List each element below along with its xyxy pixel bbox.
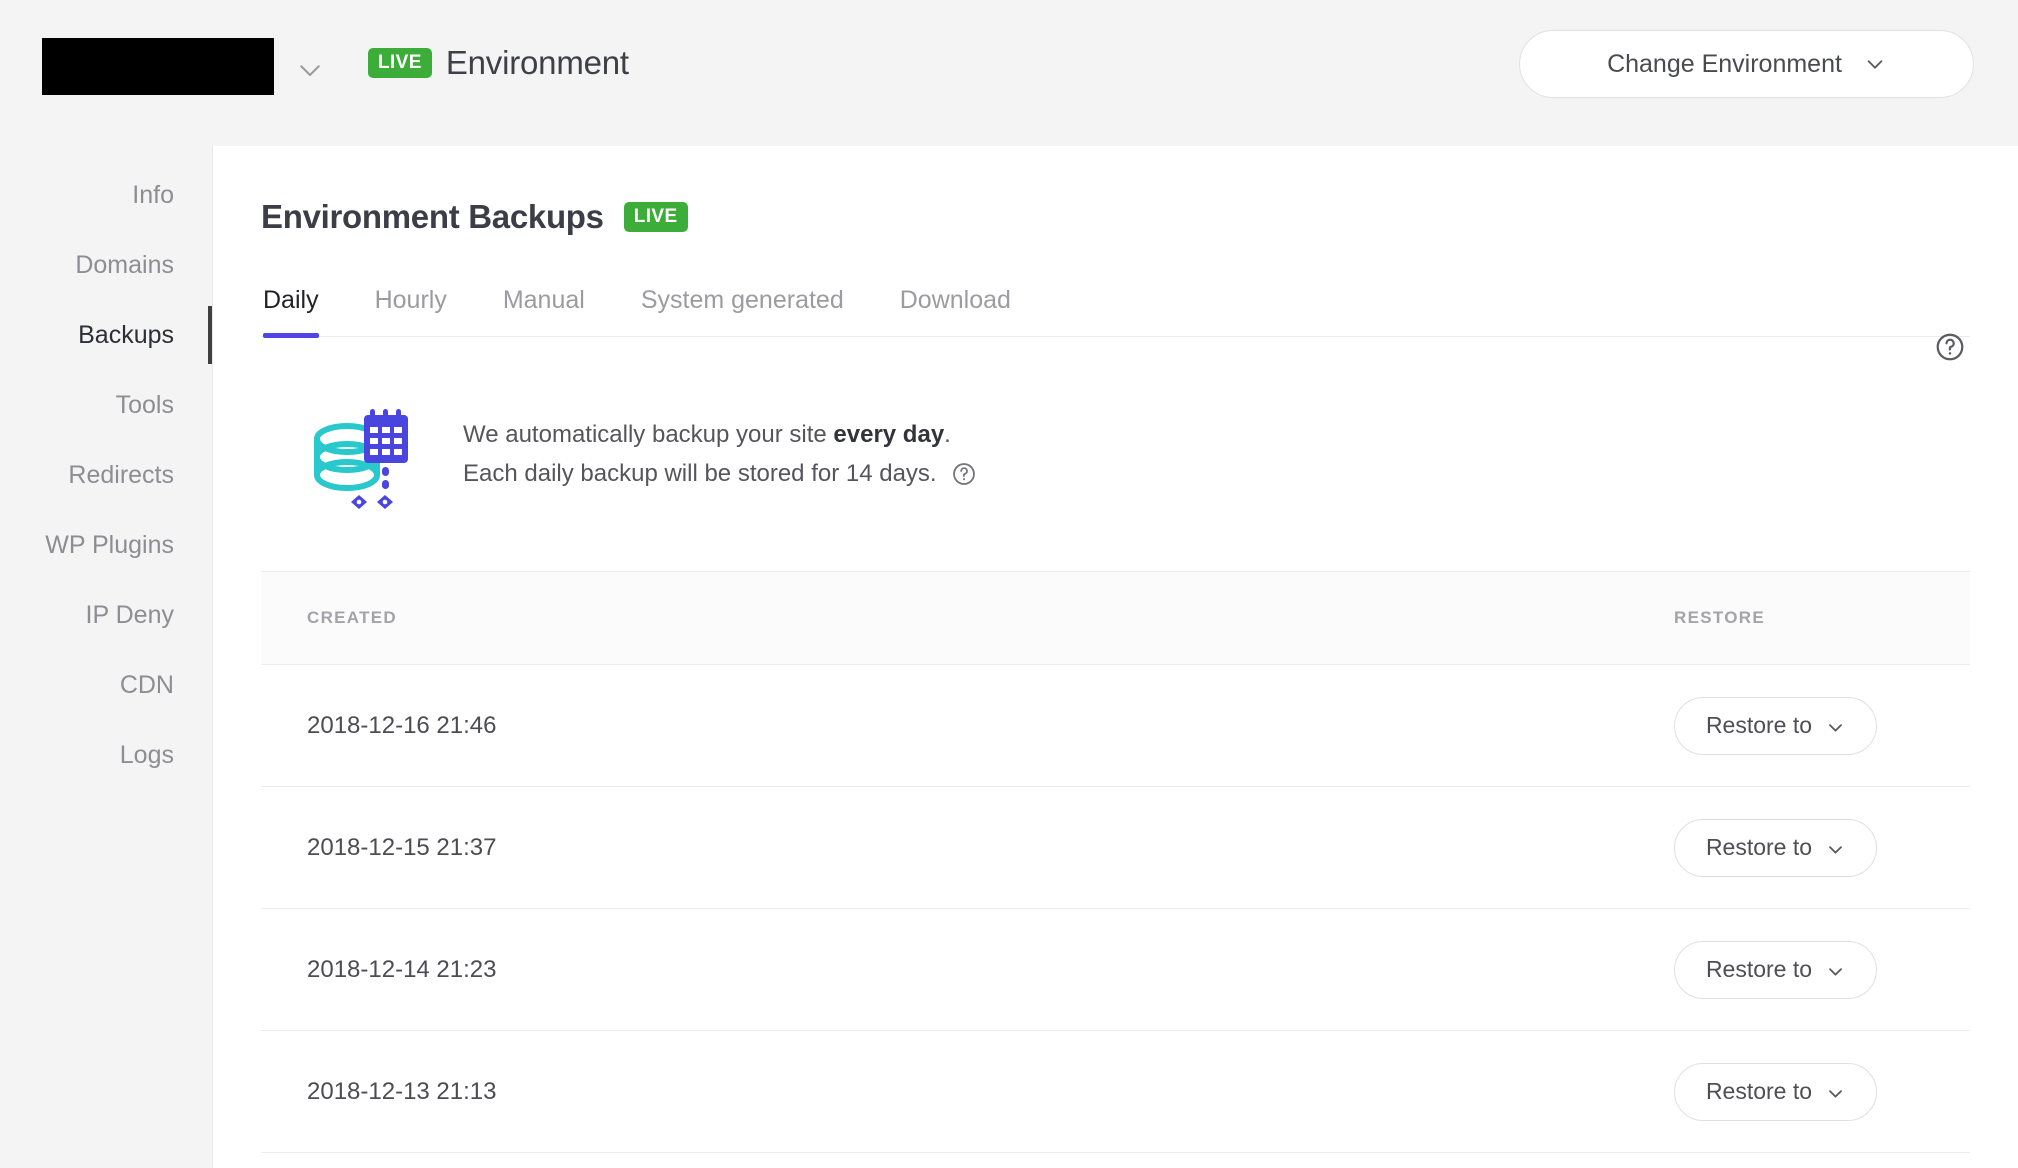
backup-created-date: 2018-12-16 21:46 bbox=[307, 711, 497, 739]
restore-cell: Restore to bbox=[1630, 940, 1970, 999]
restore-to-label: Restore to bbox=[1705, 956, 1813, 982]
database-calendar-backup-icon bbox=[307, 399, 427, 511]
backup-info-line-1: We automatically backup your site every … bbox=[463, 416, 977, 455]
table-row: 2018-12-13 21:13 Restore to bbox=[261, 1031, 1970, 1153]
sidebar-item-label: CDN bbox=[119, 670, 174, 699]
sidebar-item-label: Domains bbox=[75, 250, 174, 279]
change-environment-label: Change Environment bbox=[1607, 49, 1842, 78]
change-environment-button[interactable]: Change Environment bbox=[1519, 30, 1974, 98]
backup-info-text: We automatically backup your site every … bbox=[463, 416, 977, 494]
chevron-down-icon bbox=[1826, 960, 1845, 979]
restore-to-button[interactable]: Restore to bbox=[1674, 940, 1877, 999]
brand-logo-redacted bbox=[42, 38, 274, 95]
backup-created-date: 2018-12-14 21:23 bbox=[307, 955, 497, 983]
chevron-down-icon bbox=[1826, 716, 1845, 735]
chevron-down-icon bbox=[1826, 838, 1845, 857]
sidebar-item-logs[interactable]: Logs bbox=[0, 720, 212, 790]
backups-panel: Environment Backups LIVE Daily Hourly Ma… bbox=[212, 146, 2018, 1168]
backup-info-line-1-strong: every day bbox=[833, 421, 945, 449]
restore-cell: Restore to bbox=[1630, 1062, 1970, 1121]
top-bar: LIVE Environment Change Environment bbox=[0, 0, 2018, 146]
tab-label: Daily bbox=[263, 286, 319, 314]
sidebar-item-label: Logs bbox=[119, 740, 174, 769]
chevron-down-icon bbox=[1826, 1082, 1845, 1101]
sidebar-item-cdn[interactable]: CDN bbox=[0, 650, 212, 720]
sidebar-item-label: IP Deny bbox=[85, 600, 174, 629]
sidebar-item-domains[interactable]: Domains bbox=[0, 230, 212, 300]
table-row: 2018-12-16 21:46 Restore to bbox=[261, 665, 1970, 787]
sidebar: Info Domains Backups Tools Redirects WP … bbox=[0, 146, 213, 1168]
restore-to-label: Restore to bbox=[1705, 712, 1813, 738]
restore-to-label: Restore to bbox=[1705, 1078, 1813, 1104]
backup-created-date: 2018-12-13 21:13 bbox=[307, 1077, 497, 1105]
sidebar-item-label: Backups bbox=[78, 320, 174, 349]
restore-to-label: Restore to bbox=[1705, 834, 1813, 860]
sidebar-item-tools[interactable]: Tools bbox=[0, 370, 212, 440]
column-header-created: CREATED bbox=[307, 608, 398, 627]
chevron-down-icon[interactable] bbox=[295, 55, 325, 85]
sidebar-item-ip-deny[interactable]: IP Deny bbox=[0, 580, 212, 650]
backup-created-date: 2018-12-15 21:37 bbox=[307, 833, 497, 861]
question-circle-icon[interactable] bbox=[1934, 331, 1966, 363]
backup-info-line-1-text: We automatically backup your site every … bbox=[463, 416, 951, 455]
panel-header: Environment Backups LIVE bbox=[261, 146, 1970, 236]
restore-cell: Restore to bbox=[1630, 696, 1970, 755]
question-circle-icon[interactable] bbox=[951, 461, 977, 487]
tab-manual[interactable]: Manual bbox=[503, 286, 585, 336]
backup-info-line-1-suffix: . bbox=[944, 421, 951, 449]
sidebar-item-label: Info bbox=[132, 180, 174, 209]
tab-system-generated[interactable]: System generated bbox=[641, 286, 844, 336]
backups-table: CREATED RESTORE 2018-12-16 21:46 Restore… bbox=[261, 571, 1970, 1153]
table-header-row: CREATED RESTORE bbox=[261, 571, 1970, 665]
tab-label: Manual bbox=[502, 286, 585, 314]
sidebar-item-backups[interactable]: Backups bbox=[0, 300, 213, 370]
chevron-down-icon bbox=[1864, 53, 1886, 75]
tab-download[interactable]: Download bbox=[900, 286, 1011, 336]
page-body: Info Domains Backups Tools Redirects WP … bbox=[0, 146, 2018, 1168]
sidebar-item-label: Redirects bbox=[68, 460, 174, 489]
environment-indicator: LIVE Environment bbox=[368, 44, 629, 82]
tab-label: System generated bbox=[640, 286, 844, 314]
sidebar-item-info[interactable]: Info bbox=[0, 160, 212, 230]
tab-label: Download bbox=[899, 286, 1011, 314]
environment-label: Environment bbox=[445, 44, 629, 81]
table-row: 2018-12-15 21:37 Restore to bbox=[261, 787, 1970, 909]
status-badge: LIVE bbox=[368, 48, 432, 78]
tab-label: Hourly bbox=[374, 286, 447, 314]
restore-to-button[interactable]: Restore to bbox=[1674, 696, 1877, 755]
backups-tabs: Daily Hourly Manual System generated Dow… bbox=[261, 286, 1970, 338]
restore-to-button[interactable]: Restore to bbox=[1674, 818, 1877, 877]
sidebar-item-redirects[interactable]: Redirects bbox=[0, 440, 212, 510]
sidebar-item-label: WP Plugins bbox=[45, 530, 174, 559]
restore-cell: Restore to bbox=[1630, 818, 1970, 877]
status-badge: LIVE bbox=[623, 202, 688, 232]
restore-to-button[interactable]: Restore to bbox=[1674, 1062, 1877, 1121]
tab-daily[interactable]: Daily bbox=[263, 286, 319, 338]
backup-info-block: We automatically backup your site every … bbox=[261, 337, 1970, 571]
backup-info-line-1-prefix: We automatically backup your site bbox=[463, 421, 834, 449]
backup-info-line-2-text: Each daily backup will be stored for 14 … bbox=[463, 460, 937, 487]
sidebar-item-wp-plugins[interactable]: WP Plugins bbox=[0, 510, 212, 580]
sidebar-item-label: Tools bbox=[115, 390, 174, 419]
column-header-restore: RESTORE bbox=[1674, 608, 1765, 627]
table-row: 2018-12-14 21:23 Restore to bbox=[261, 909, 1970, 1031]
backup-info-line-2: Each daily backup will be stored for 14 … bbox=[463, 455, 977, 494]
tab-hourly[interactable]: Hourly bbox=[375, 286, 447, 336]
page-title: Environment Backups bbox=[261, 198, 604, 235]
